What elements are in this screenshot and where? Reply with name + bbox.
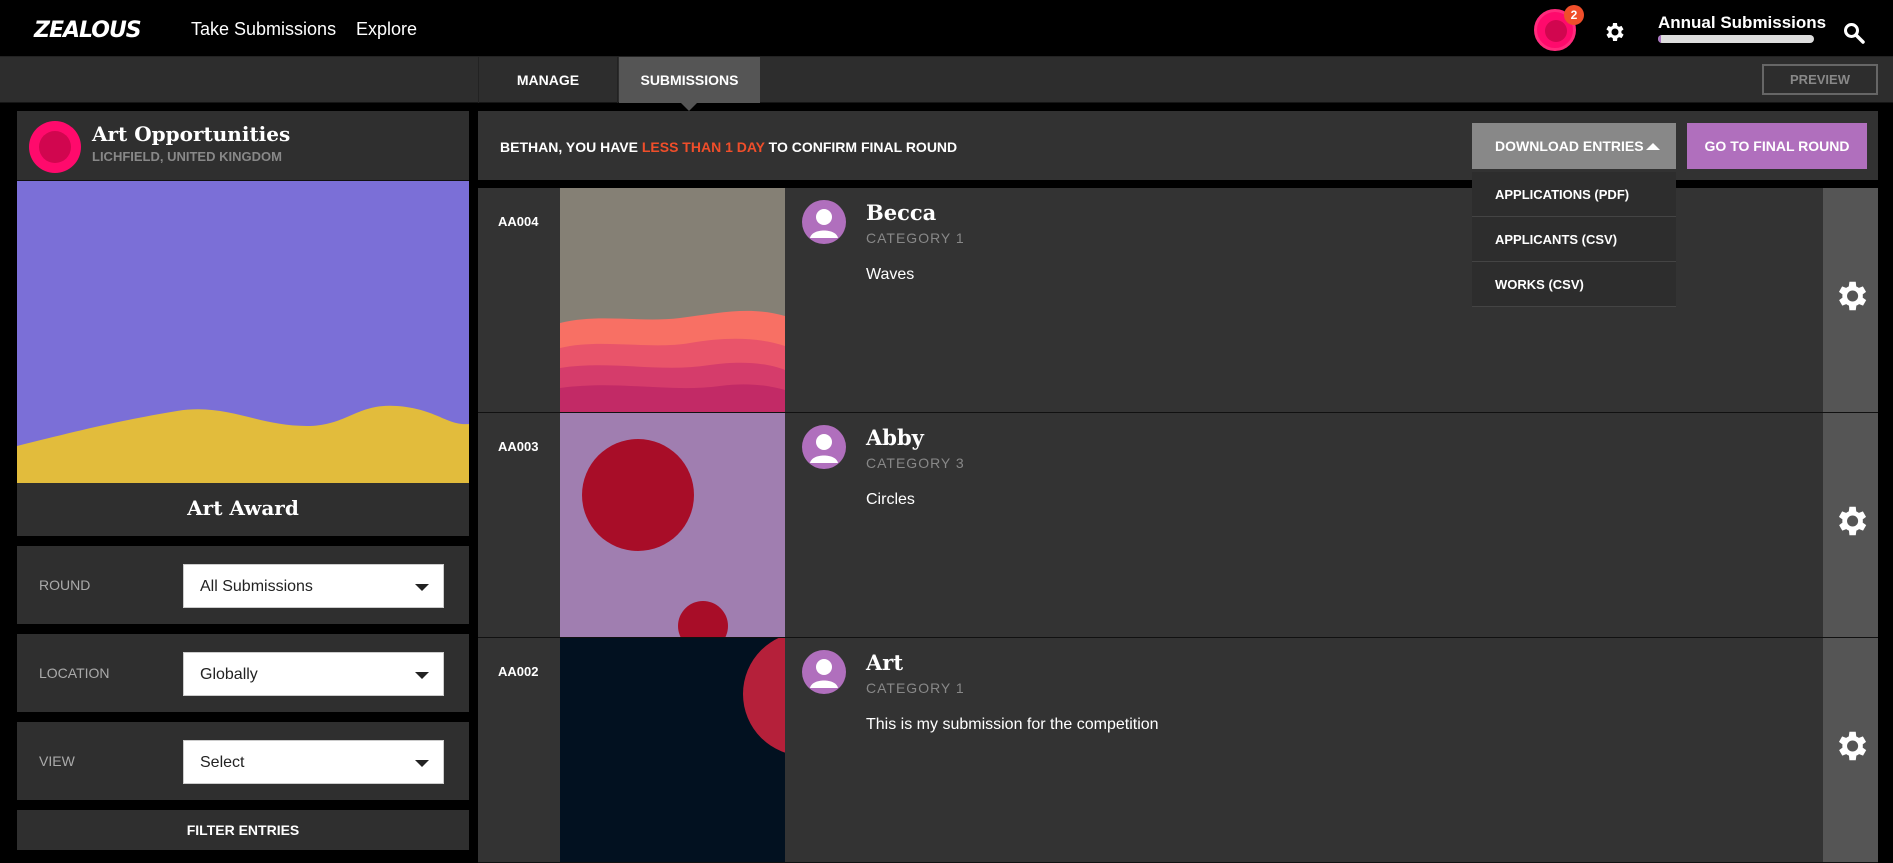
entry-thumbnail-circles[interactable] [560,413,785,637]
sub-nav-bar: MANAGE SUBMISSIONS [0,57,1893,111]
tab-manage[interactable]: MANAGE [478,57,618,103]
filter-location: LOCATION Globally [17,634,469,712]
entry-id: AA004 [498,214,539,229]
view-select[interactable]: Select [183,740,444,784]
applicant-name[interactable]: Abby [866,425,924,450]
chevron-down-icon [415,760,429,767]
organization-avatar [29,121,81,173]
chevron-up-icon [1646,143,1660,150]
entry-settings-button[interactable] [1823,638,1878,862]
entry-settings-button[interactable] [1823,188,1878,412]
menu-item-works-csv[interactable]: WORKS (CSV) [1472,262,1676,307]
filter-round: ROUND All Submissions [17,546,469,624]
applicant-avatar [802,425,846,469]
deadline-highlight: LESS THAN 1 DAY [641,139,765,155]
nav-take-submissions[interactable]: Take Submissions [191,19,336,40]
chevron-down-icon [415,672,429,679]
round-select[interactable]: All Submissions [183,564,444,608]
tab-submissions[interactable]: SUBMISSIONS [619,57,760,111]
entry-thumbnail-waves[interactable] [560,188,785,412]
nav-explore[interactable]: Explore [356,19,417,40]
menu-item-applications-pdf[interactable]: APPLICATIONS (PDF) [1472,172,1676,217]
notification-badge: 2 [1564,5,1584,25]
deadline-suffix: TO CONFIRM FINAL ROUND [768,139,958,155]
entry-category: CATEGORY 1 [866,680,965,696]
top-bar: ZEALOUS Take Submissions Explore 2 Annua… [0,0,1893,57]
entry-title: Waves [866,266,915,283]
chevron-down-icon [415,584,429,591]
deadline-prefix: BETHAN, YOU HAVE [500,139,638,155]
organization-name[interactable]: Art Opportunities [92,122,290,146]
filter-location-label: LOCATION [39,665,110,681]
settings-gear-icon[interactable] [1602,20,1626,44]
deadline-message: BETHAN, YOU HAVE LESS THAN 1 DAY TO CONF… [500,139,957,155]
round-select-value: All Submissions [200,578,313,595]
applicant-avatar [802,200,846,244]
view-select-value: Select [200,754,245,771]
location-select-value: Globally [200,666,258,683]
award-title: Art Award [17,483,469,536]
organization-location: LICHFIELD, UNITED KINGDOM [92,149,282,164]
entry-title: This is my submission for the competitio… [866,716,1159,733]
download-entries-button[interactable]: DOWNLOAD ENTRIES [1472,123,1676,169]
filter-entries-button[interactable]: FILTER ENTRIES [17,810,469,850]
award-hero-image [17,181,469,483]
entry-category: CATEGORY 3 [866,455,965,471]
entry-row[interactable]: AA003 Abby CATEGORY 3 Circles [478,413,1878,638]
location-select[interactable]: Globally [183,652,444,696]
left-panel: Art Opportunities LICHFIELD, UNITED KING… [17,111,469,850]
menu-item-applicants-csv[interactable]: APPLICANTS (CSV) [1472,217,1676,262]
applicant-name[interactable]: Art [866,650,903,675]
applicant-name[interactable]: Becca [866,200,936,225]
entry-thumbnail-art[interactable] [560,638,785,862]
project-progress-bar [1658,35,1814,43]
filter-round-label: ROUND [39,577,91,593]
deadline-banner: BETHAN, YOU HAVE LESS THAN 1 DAY TO CONF… [478,111,1878,180]
entry-row[interactable]: AA002 Art CATEGORY 1 This is my submissi… [478,638,1878,863]
gear-icon [1838,506,1867,536]
download-entries-label: DOWNLOAD ENTRIES [1495,138,1644,154]
organization-header: Art Opportunities LICHFIELD, UNITED KING… [17,111,469,181]
entry-category: CATEGORY 1 [866,230,965,246]
entry-id: AA002 [498,664,539,679]
entry-title: Circles [866,491,915,508]
gear-icon [1838,281,1867,311]
applicant-avatar [802,650,846,694]
filter-view-label: VIEW [39,753,75,769]
download-entries-menu: APPLICATIONS (PDF) APPLICANTS (CSV) WORK… [1472,172,1676,307]
filter-view: VIEW Select [17,722,469,800]
gear-icon [1838,731,1867,761]
entry-id: AA003 [498,439,539,454]
search-icon[interactable] [1842,21,1866,45]
entry-settings-button[interactable] [1823,413,1878,637]
project-title[interactable]: Annual Submissions [1658,13,1826,33]
go-to-final-round-button[interactable]: GO TO FINAL ROUND [1687,123,1867,169]
preview-button[interactable]: PREVIEW [1762,64,1878,95]
logo[interactable]: ZEALOUS [34,18,142,43]
